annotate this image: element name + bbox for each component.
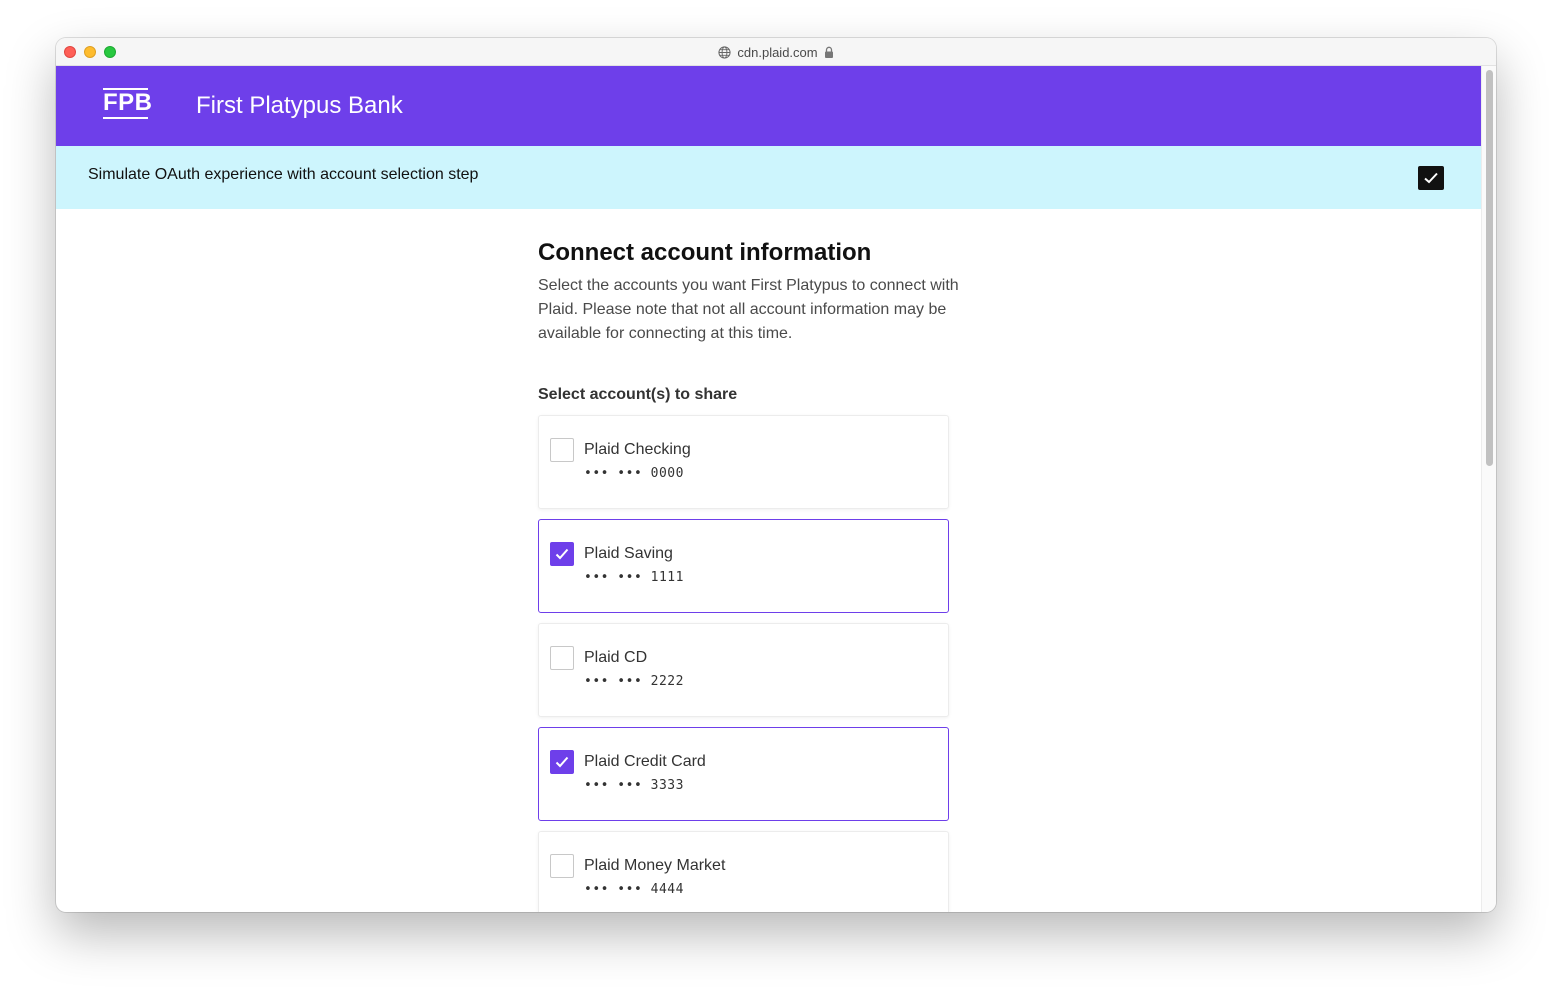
account-mask: ••• ••• 0000 xyxy=(584,466,684,481)
account-list: Plaid Checking ••• ••• 0000 Plaid Saving… xyxy=(538,415,949,912)
page-title: Connect account information xyxy=(538,239,872,266)
account-option-cd[interactable]: Plaid CD ••• ••• 2222 xyxy=(538,623,949,717)
globe-icon xyxy=(718,45,731,59)
account-name: Plaid Saving xyxy=(584,545,673,562)
bank-header: FPB First Platypus Bank xyxy=(56,66,1481,146)
main-content: Connect account information Select the a… xyxy=(538,238,998,912)
checkmark-icon xyxy=(555,756,569,768)
checkmark-icon xyxy=(555,548,569,560)
account-option-saving[interactable]: Plaid Saving ••• ••• 1111 xyxy=(538,519,949,613)
account-mask: ••• ••• 1111 xyxy=(584,570,684,585)
account-option-credit-card[interactable]: Plaid Credit Card ••• ••• 3333 xyxy=(538,727,949,821)
account-option-money-market[interactable]: Plaid Money Market ••• ••• 4444 xyxy=(538,831,949,912)
account-checkbox[interactable] xyxy=(550,854,574,878)
vertical-scrollbar[interactable] xyxy=(1481,66,1496,912)
url-text: cdn.plaid.com xyxy=(737,44,818,60)
account-name: Plaid Credit Card xyxy=(584,753,706,770)
account-name: Plaid Money Market xyxy=(584,857,726,874)
select-accounts-label: Select account(s) to share xyxy=(538,386,738,403)
page-viewport: FPB First Platypus Bank Simulate OAuth e… xyxy=(56,66,1481,912)
account-checkbox[interactable] xyxy=(550,542,574,566)
account-mask: ••• ••• 4444 xyxy=(584,882,684,897)
browser-window: cdn.plaid.com FPB First Platypus Bank Si… xyxy=(56,38,1496,912)
checkmark-icon xyxy=(1424,172,1438,184)
simulate-oauth-label: Simulate OAuth experience with account s… xyxy=(88,166,479,183)
bank-name: First Platypus Bank xyxy=(196,92,403,119)
simulate-oauth-checkbox[interactable] xyxy=(1418,166,1444,190)
account-mask: ••• ••• 3333 xyxy=(584,778,684,793)
simulate-oauth-banner: Simulate OAuth experience with account s… xyxy=(56,146,1481,209)
account-checkbox[interactable] xyxy=(550,750,574,774)
account-option-checking[interactable]: Plaid Checking ••• ••• 0000 xyxy=(538,415,949,509)
account-mask: ••• ••• 2222 xyxy=(584,674,684,689)
title-bar: cdn.plaid.com xyxy=(56,38,1496,66)
fpb-logo: FPB xyxy=(103,88,152,120)
account-checkbox[interactable] xyxy=(550,646,574,670)
page-description: Select the accounts you want First Platy… xyxy=(538,277,959,342)
lock-icon xyxy=(824,46,834,59)
account-checkbox[interactable] xyxy=(550,438,574,462)
account-name: Plaid CD xyxy=(584,649,648,666)
scrollbar-thumb[interactable] xyxy=(1486,70,1493,466)
address-bar[interactable]: cdn.plaid.com xyxy=(56,38,1496,66)
account-name: Plaid Checking xyxy=(584,441,691,458)
